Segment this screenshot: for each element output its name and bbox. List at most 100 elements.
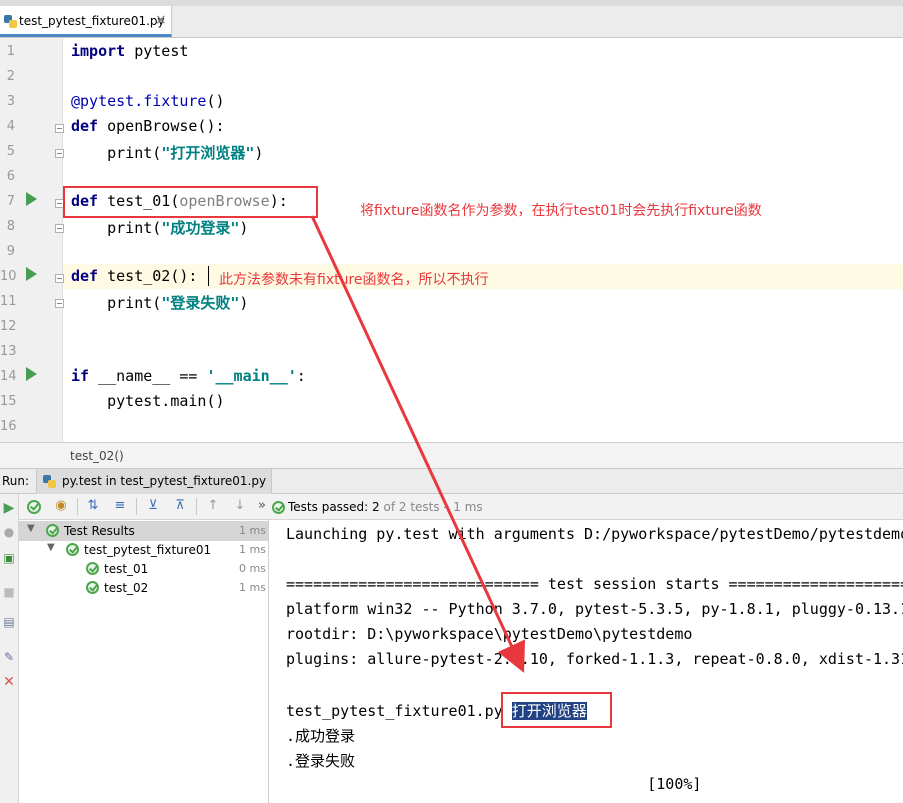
code-editor[interactable]: 1 2 3 4 5 6 7 8 9 10 11 12 13 14 15 16 i… (0, 38, 903, 442)
line-number: 12 (0, 319, 17, 334)
test-results-tree[interactable]: ▼ Test Results 1 ms ▼ test_pytest_fixtur… (19, 520, 269, 803)
run-side-toolbar: ▶ ● ▣ ■ ▤ ✎ ✕ (0, 494, 19, 803)
show-passed-icon[interactable] (27, 500, 41, 514)
run-console[interactable]: Launching py.test with arguments D:/pywo… (270, 520, 903, 803)
highlight-box-fixture-output (501, 692, 612, 728)
run-toolbar: ◉ ⇅ ≡ ⊻ ⊼ ↑ ↓ » Tests passed: 2 of 2 tes… (0, 494, 903, 520)
console-line: plugins: allure-pytest-2.8.10, forked-1.… (286, 650, 903, 668)
console-line: [100%] (286, 775, 702, 793)
run-config-tab-label: py.test in test_pytest_fixture01.py (62, 474, 267, 488)
passed-icon (86, 562, 99, 575)
code-line-8: print("成功登录") (71, 219, 249, 237)
more-actions-icon[interactable]: » (254, 498, 270, 514)
test-case-row[interactable]: test_02 1 ms (19, 578, 268, 598)
editor-tab-strip: test_pytest_fixture01.py × (0, 0, 903, 38)
tree-item-duration: 1 ms (239, 581, 266, 594)
stop-icon[interactable]: ■ (1, 584, 17, 600)
line-number: 10 (0, 269, 17, 284)
code-line-11: print("登录失败") (71, 294, 249, 312)
passed-icon (86, 581, 99, 594)
fold-toggle-icon[interactable] (55, 299, 64, 308)
sort-duration-icon[interactable]: ≡ (112, 498, 128, 514)
run-label: Run: (2, 474, 30, 488)
test-module-row[interactable]: ▼ test_pytest_fixture01 1 ms (19, 540, 268, 560)
run-config-tab[interactable]: py.test in test_pytest_fixture01.py (36, 469, 272, 494)
code-line-1: import pytest (71, 42, 189, 60)
close-run-icon[interactable]: ✕ (1, 674, 17, 690)
debug-icon[interactable]: ● (1, 524, 17, 540)
annotation-no-fixture: 此方法参数未有fixture函数名，所以不执行 (219, 272, 489, 288)
line-number: 11 (0, 294, 17, 309)
line-number: 16 (0, 419, 17, 434)
fold-toggle-icon[interactable] (55, 274, 64, 283)
console-line: Launching py.test with arguments D:/pywo… (286, 525, 903, 543)
pytest-icon (43, 475, 56, 488)
code-line-4: def openBrowse(): (71, 117, 225, 135)
passed-icon (46, 524, 59, 537)
expand-all-icon[interactable]: ⊻ (145, 498, 161, 514)
line-number: 1 (6, 44, 15, 59)
console-line: rootdir: D:\pyworkspace\pytestDemo\pytes… (286, 625, 693, 643)
text-caret (208, 266, 209, 286)
line-number: 7 (6, 194, 15, 209)
console-line: .登录失败 (286, 752, 356, 770)
sort-alpha-icon[interactable]: ⇅ (85, 498, 101, 514)
run-main-icon[interactable] (26, 367, 37, 381)
tree-item-duration: 1 ms (239, 543, 266, 556)
line-number: 6 (6, 169, 15, 184)
collapse-all-icon[interactable]: ⊼ (172, 498, 188, 514)
tab-label: test_pytest_fixture01.py (19, 14, 165, 28)
run-test-01-icon[interactable] (26, 192, 37, 206)
fold-toggle-icon[interactable] (55, 149, 64, 158)
tree-item-label: test_pytest_fixture01 (84, 543, 212, 557)
layout-icon[interactable]: ▤ (1, 614, 17, 630)
python-file-icon (4, 15, 17, 28)
breadcrumb-item[interactable]: test_02() (70, 449, 124, 463)
line-number: 13 (0, 344, 17, 359)
code-line-10: def test_02(): (71, 267, 198, 285)
console-line: .成功登录 (286, 727, 356, 745)
collapse-arrow-icon[interactable]: ▼ (47, 542, 55, 553)
tree-item-label: test_02 (104, 581, 149, 595)
tests-passed-status: Tests passed: 2 of 2 tests – 1 ms (288, 500, 483, 514)
line-number: 8 (6, 219, 15, 234)
test-case-row[interactable]: test_01 0 ms (19, 559, 268, 579)
next-test-icon[interactable]: ↓ (232, 498, 248, 514)
line-number: 5 (6, 144, 15, 159)
console-line: ============================ test sessio… (286, 575, 903, 593)
line-number: 14 (0, 369, 17, 384)
rerun-failed-icon[interactable]: ▣ (1, 550, 17, 566)
code-line-5: print("打开浏览器") (71, 144, 264, 162)
run-test-02-icon[interactable] (26, 267, 37, 281)
line-number: 2 (6, 69, 15, 84)
highlight-box-test-01 (63, 186, 318, 218)
close-tab-icon[interactable]: × (155, 12, 167, 28)
tree-item-duration: 1 ms (239, 524, 266, 537)
run-tool-window-header: Run: py.test in test_pytest_fixture01.py (0, 468, 903, 494)
fold-toggle-icon[interactable] (55, 224, 64, 233)
console-line: platform win32 -- Python 3.7.0, pytest-5… (286, 600, 903, 618)
breadcrumb: test_02() (0, 442, 903, 468)
code-line-14: if __name__ == '__main__': (71, 367, 306, 385)
show-ignored-icon[interactable]: ◉ (53, 498, 69, 514)
tree-item-duration: 0 ms (239, 562, 266, 575)
tests-passed-icon (272, 501, 285, 514)
tree-item-label: test_01 (104, 562, 149, 576)
tab-test-pytest-fixture01[interactable]: test_pytest_fixture01.py × (0, 6, 172, 37)
code-line-15: pytest.main() (71, 392, 225, 410)
test-results-root[interactable]: ▼ Test Results 1 ms (19, 521, 268, 541)
rerun-icon[interactable]: ▶ (1, 500, 17, 516)
line-number: 4 (6, 119, 15, 134)
annotation-fixture-param: 将fixture函数名作为参数，在执行test01时会先执行fixture函数 (360, 203, 762, 219)
gutter-divider (62, 38, 63, 442)
fold-toggle-icon[interactable] (55, 124, 64, 133)
line-number: 9 (6, 244, 15, 259)
pin-tab-icon[interactable]: ✎ (1, 649, 17, 665)
passed-icon (66, 543, 79, 556)
line-number: 3 (6, 94, 15, 109)
code-line-3: @pytest.fixture() (71, 92, 225, 110)
previous-test-icon[interactable]: ↑ (205, 498, 221, 514)
tree-item-label: Test Results (64, 524, 135, 538)
line-number: 15 (0, 394, 17, 409)
collapse-arrow-icon[interactable]: ▼ (27, 523, 35, 534)
